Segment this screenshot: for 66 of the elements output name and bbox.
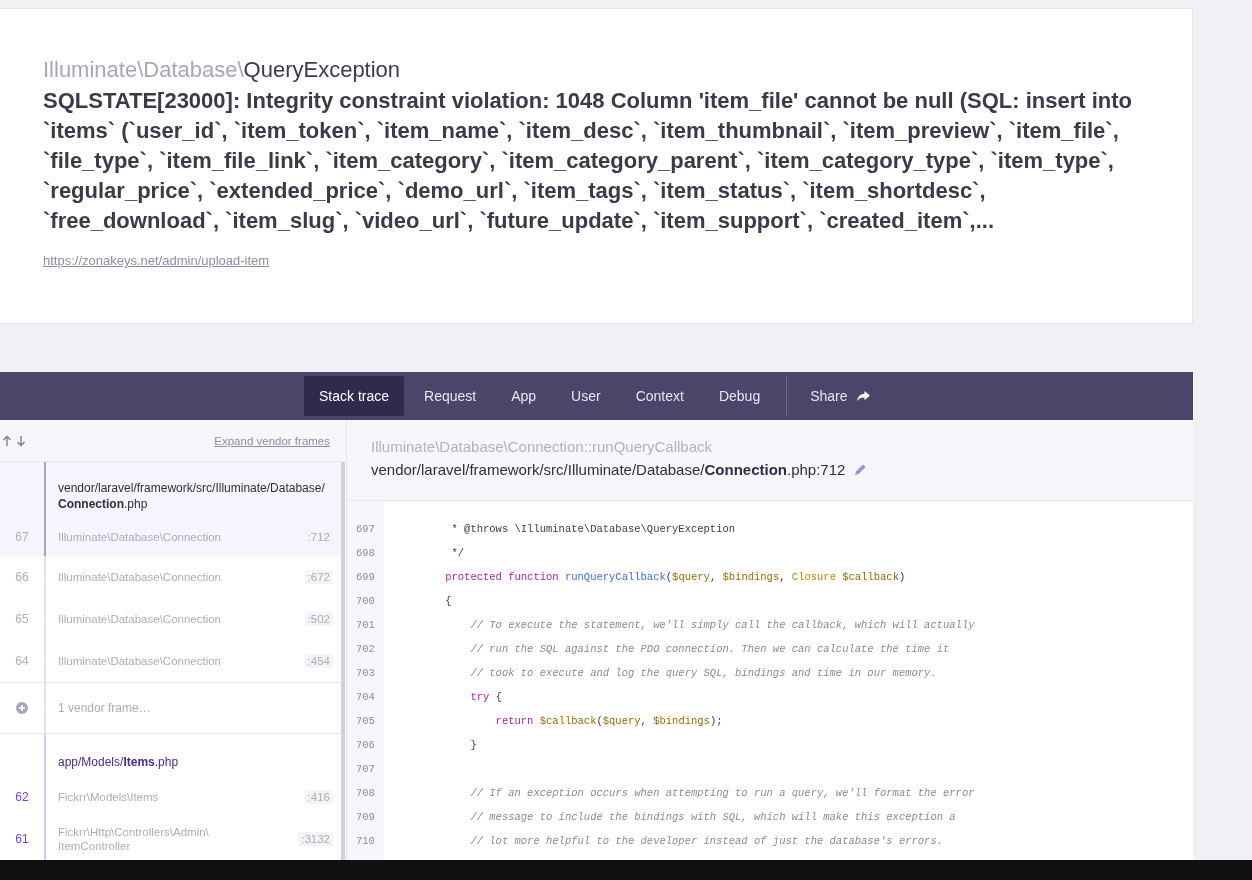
line-number: 702 xyxy=(355,643,376,655)
code-line: * @throws \Illuminate\Database\QueryException xyxy=(450,523,736,535)
frame-method: Illuminate\Database\Connection::runQueryCallback xyxy=(371,437,713,457)
code-line: // lot more helpful to the developer instead of just the database's errors. xyxy=(469,835,943,847)
tab[interactable]: Debug xyxy=(703,376,776,416)
tab[interactable]: App xyxy=(496,376,552,416)
frame-number: 61 xyxy=(15,832,29,846)
pencil-icon[interactable] xyxy=(853,463,868,477)
share-arrow-icon xyxy=(855,389,871,403)
exception-class: Illuminate\Database\QueryException xyxy=(43,56,402,84)
share-button[interactable]: Share xyxy=(795,376,886,416)
code-line: // took to execute and log the query SQL, bindings and time in our memory. xyxy=(469,667,937,679)
frame-class: Fickrr\Http\Controllers\Admin\ ItemController xyxy=(58,825,210,853)
code-line: try { xyxy=(469,691,502,703)
line-number: 707 xyxy=(355,763,376,775)
frame-number: 64 xyxy=(15,654,29,668)
line-number: 706 xyxy=(355,739,376,751)
line-number: 700 xyxy=(355,595,376,607)
frame-number: 67 xyxy=(15,530,29,544)
plus-circle-icon xyxy=(16,702,28,714)
up-down-arrows-icon[interactable] xyxy=(2,434,28,447)
line-number: 699 xyxy=(355,571,376,583)
frame-number: 66 xyxy=(15,570,29,584)
line-number: 705 xyxy=(355,715,376,727)
frame-line-number: :712 xyxy=(304,530,333,544)
expand-vendor-frames-link[interactable]: Expand vendor frames xyxy=(214,434,330,447)
code-line: // message to include the bindings with SQL, which will make this exception a xyxy=(469,811,956,823)
line-number: 709 xyxy=(355,811,376,823)
line-number: 698 xyxy=(355,547,376,559)
code-line: // To execute the statement, we'll simply call the callback, which will actually xyxy=(469,619,975,631)
line-number: 703 xyxy=(355,667,376,679)
file-path: app/Models/Items.php xyxy=(58,754,179,770)
line-number: 701 xyxy=(355,619,376,631)
frame-number: 62 xyxy=(15,790,29,804)
tab[interactable]: User xyxy=(556,376,616,416)
frame-line-number: :454 xyxy=(304,654,333,668)
frame-line-number: :502 xyxy=(304,612,333,626)
frame-class: Illuminate\Database\Connection xyxy=(58,530,222,544)
frame-class: Illuminate\Database\Connection xyxy=(58,612,222,626)
code-line: */ xyxy=(450,547,465,559)
frame-line-number: :672 xyxy=(304,570,333,584)
collapsed-frames-label: 1 vendor frame… xyxy=(58,701,151,715)
line-number: 704 xyxy=(355,691,376,703)
frame-class: Fickrr\Models\Items xyxy=(58,790,159,804)
stack-frame[interactable]: 62 Fickrr\Models\Items :416 xyxy=(0,776,341,818)
tab[interactable]: Request xyxy=(409,376,492,416)
frame-file-path: vendor/laravel/framework/src/Illuminate/Database/Connection.php:712 xyxy=(371,460,846,480)
code-line: } xyxy=(469,739,477,751)
line-number: 708 xyxy=(355,787,376,799)
file-path: vendor/laravel/framework/src/Illuminate/Database/Connection.php xyxy=(58,480,326,512)
line-number: 710 xyxy=(355,835,376,847)
frame-number: 65 xyxy=(15,612,29,626)
line-number: 697 xyxy=(355,523,376,535)
code-line: // run the SQL against the PDO connection. Then we can calculate the time it xyxy=(469,643,950,655)
code-line: protected function runQueryCallback($query, $bindings, Closure $callback) xyxy=(444,571,906,583)
code-line: { xyxy=(444,595,452,607)
exception-message: SQLSTATE[23000]: Integrity constraint violation: 1048 Column 'item_file' cannot be null (SQL: insert into `items` (`user_id`, `item_token`, `item_name`, `item_desc`, `item_thumbnail`, `item_preview`, `item_file`, `file_type`, `item_file_link`, `item_category`, `item_category_parent`, `item_category_type`, `item_type`, `regular_price`, `extended_price`, `demo_url`, `item_tags`, `item_status`, `item_shortdesc`, `free_download`, `item_slug`, `video_url`, `future_update`, `item_support`, `created_item`,... xyxy=(43,87,1132,235)
request-url-link[interactable]: https://zonakeys.net/admin/upload-item xyxy=(43,253,270,268)
tab[interactable]: Context xyxy=(620,376,699,416)
code-line: return $callback($query, $bindings); xyxy=(494,715,723,727)
frame-class: Illuminate\Database\Connection xyxy=(58,654,222,668)
frame-line-number: :3132 xyxy=(298,832,333,846)
frame-class: Illuminate\Database\Connection xyxy=(58,570,222,584)
tab[interactable]: Stack trace xyxy=(304,376,405,416)
code-line: // If an exception occurs when attempting to run a query, we'll format the error xyxy=(469,787,975,799)
frame-line-number: :416 xyxy=(304,790,333,804)
